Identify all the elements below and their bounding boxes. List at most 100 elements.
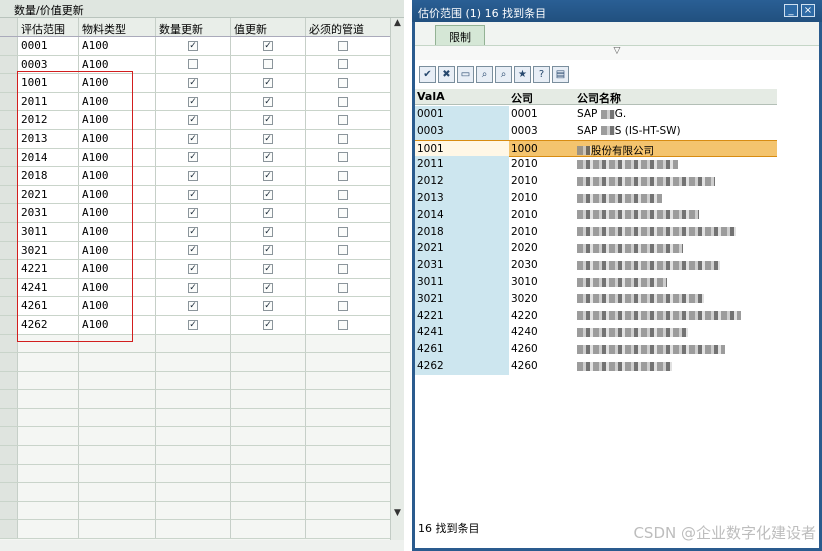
company-cell[interactable]: 2010 [509, 190, 575, 207]
company-cell[interactable]: 2030 [509, 257, 575, 274]
pipeline-checkbox[interactable] [338, 208, 348, 219]
scroll-down-icon[interactable]: ▼ [391, 508, 404, 522]
vala-cell[interactable]: 4221 [415, 307, 509, 325]
company-name-cell[interactable] [575, 224, 777, 241]
vertical-scrollbar[interactable]: ▲ ▼ [390, 18, 404, 540]
vala-cell[interactable]: 2031 [415, 257, 509, 275]
valuation-area-cell[interactable]: 2031 [18, 204, 79, 222]
qty-update-checkbox[interactable]: ✓ [188, 263, 198, 274]
material-type-cell[interactable]: A100 [79, 55, 156, 74]
table-row[interactable]: 2014 A100 ✓ ✓ [0, 148, 390, 168]
row-selector[interactable] [0, 129, 18, 148]
vala-cell[interactable]: 2011 [415, 156, 509, 174]
material-type-cell[interactable]: A100 [79, 222, 156, 241]
vala-cell[interactable]: 4241 [415, 324, 509, 342]
valuation-area-cell[interactable]: 4262 [18, 315, 79, 334]
material-type-cell[interactable]: A100 [79, 297, 156, 315]
vala-cell[interactable]: 0003 [415, 122, 509, 140]
pipeline-checkbox[interactable] [338, 170, 348, 181]
company-cell[interactable]: 3010 [509, 274, 575, 291]
horizontal-scrollbar[interactable] [0, 540, 404, 551]
row-selector[interactable] [0, 315, 18, 334]
row-selector[interactable] [0, 222, 18, 241]
value-update-checkbox[interactable]: ✓ [263, 133, 273, 144]
vala-cell[interactable]: 4262 [415, 358, 509, 375]
vala-cell[interactable]: 2014 [415, 206, 509, 224]
company-name-cell[interactable] [575, 156, 777, 173]
value-update-checkbox[interactable]: ✓ [263, 208, 273, 219]
valuation-area-cell[interactable]: 2021 [18, 185, 79, 204]
pipeline-checkbox[interactable] [338, 133, 348, 144]
pipeline-checkbox[interactable] [338, 301, 348, 312]
value-update-checkbox[interactable]: ✓ [263, 282, 273, 293]
company-name-cell[interactable]: SAP S (IS-HT-SW) [575, 123, 777, 140]
vala-cell[interactable]: 2013 [415, 190, 509, 207]
row-selector[interactable] [0, 167, 18, 185]
favorite-icon[interactable]: ★ [514, 65, 531, 83]
list-item[interactable]: 2021 2020 [415, 240, 777, 258]
valuation-area-cell[interactable]: 0001 [18, 37, 79, 55]
pipeline-checkbox[interactable] [338, 282, 348, 293]
material-type-cell[interactable]: A100 [79, 37, 156, 55]
company-name-cell[interactable] [575, 324, 777, 341]
table-row[interactable]: 2018 A100 ✓ ✓ [0, 167, 390, 186]
valuation-area-cell[interactable]: 3021 [18, 241, 79, 260]
material-type-cell[interactable]: A100 [79, 92, 156, 111]
document-icon[interactable]: ▭ [457, 65, 474, 83]
check-icon[interactable]: ✔ [419, 65, 436, 83]
qty-update-checkbox[interactable] [188, 59, 198, 70]
value-update-checkbox[interactable]: ✓ [263, 77, 273, 88]
material-type-cell[interactable]: A100 [79, 111, 156, 129]
vala-cell[interactable]: 1001 [415, 140, 509, 156]
column-header[interactable]: 数量更新 [156, 18, 231, 36]
valuation-area-cell[interactable]: 2012 [18, 111, 79, 129]
company-cell[interactable]: 0003 [509, 123, 575, 140]
list-item[interactable]: 2013 2010 [415, 190, 777, 207]
company-name-cell[interactable] [575, 207, 777, 224]
company-cell[interactable]: 3020 [509, 291, 575, 308]
pipeline-checkbox[interactable] [338, 319, 348, 330]
valuation-area-cell[interactable]: 2018 [18, 167, 79, 185]
tab-restriction[interactable]: 限制 [435, 25, 485, 45]
cancel-icon[interactable]: ✖ [438, 65, 455, 83]
material-type-cell[interactable]: A100 [79, 185, 156, 204]
table-row[interactable]: 2012 A100 ✓ ✓ [0, 111, 390, 130]
valuation-area-cell[interactable]: 4221 [18, 260, 79, 278]
value-update-checkbox[interactable]: ✓ [263, 226, 273, 237]
table-row[interactable]: 3011 A100 ✓ ✓ [0, 222, 390, 242]
company-cell[interactable]: 2020 [509, 240, 575, 257]
company-cell[interactable]: 4260 [509, 358, 575, 375]
qty-update-checkbox[interactable]: ✓ [188, 189, 198, 200]
row-selector[interactable] [0, 92, 18, 111]
list-item[interactable]: 4221 4220 [415, 307, 777, 325]
material-type-cell[interactable]: A100 [79, 278, 156, 297]
table-row[interactable]: 2021 A100 ✓ ✓ [0, 185, 390, 205]
value-update-checkbox[interactable]: ✓ [263, 263, 273, 274]
qty-update-checkbox[interactable]: ✓ [188, 170, 198, 181]
qty-update-checkbox[interactable]: ✓ [188, 115, 198, 126]
expand-toggle[interactable]: ▽ [415, 46, 819, 60]
list-item[interactable]: 2031 2030 [415, 257, 777, 275]
company-name-cell[interactable]: SAP G. [575, 106, 777, 123]
valuation-area-cell[interactable]: 2011 [18, 92, 79, 111]
qty-update-checkbox[interactable]: ✓ [188, 96, 198, 107]
find-icon[interactable]: ⌕ [476, 65, 493, 83]
row-selector[interactable] [0, 111, 18, 129]
list-item[interactable]: 3021 3020 [415, 290, 777, 308]
list-item[interactable]: 4241 4240 [415, 324, 777, 342]
qty-update-checkbox[interactable]: ✓ [188, 133, 198, 144]
table-row[interactable]: 4241 A100 ✓ ✓ [0, 278, 390, 298]
row-selector[interactable] [0, 297, 18, 315]
table-row[interactable]: 4221 A100 ✓ ✓ [0, 260, 390, 279]
vala-cell[interactable]: 4261 [415, 341, 509, 359]
row-selector[interactable] [0, 185, 18, 204]
pipeline-checkbox[interactable] [338, 40, 348, 51]
table-row[interactable]: 2013 A100 ✓ ✓ [0, 129, 390, 149]
list-item[interactable]: 4262 4260 [415, 358, 777, 375]
company-cell[interactable]: 2010 [509, 156, 575, 173]
row-selector[interactable] [0, 55, 18, 74]
row-selector[interactable] [0, 278, 18, 297]
value-update-checkbox[interactable]: ✓ [263, 245, 273, 256]
col-company[interactable]: 公司 [509, 89, 575, 105]
list-item[interactable]: 0001 0001 SAP G. [415, 106, 777, 123]
